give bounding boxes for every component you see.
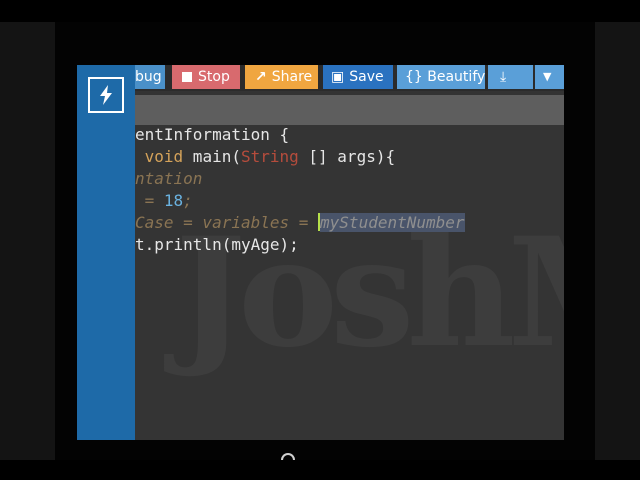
debug-button[interactable]: bug [135,65,165,89]
left-bezel [0,22,55,460]
share-button[interactable]: ↗ Share [245,65,318,89]
save-icon: ▣ [331,69,345,85]
debug-label: bug [135,69,162,85]
beautify-label: {} Beautify [405,69,485,85]
bolt-icon [100,85,112,105]
toolbar: bug Stop ↗ Share ▣ Save {} Beautify ⤓ ▼ [135,65,564,91]
share-icon: ↗ [255,69,267,85]
code-line-2: void main(String [] args){ [144,147,396,166]
download-icon: ⤓ [500,69,507,85]
sidebar [77,65,135,440]
save-label: Save [349,69,384,85]
stop-button[interactable]: Stop [172,65,240,89]
stop-label: Stop [198,69,230,85]
tab-bar [135,95,564,125]
save-button[interactable]: ▣ Save [323,65,393,89]
home-indicator-icon[interactable] [281,453,295,460]
code-editor[interactable]: JoshM entInformation { void main(String … [135,125,564,440]
right-bezel [595,22,640,460]
code-line-3: ntation [135,169,203,188]
selected-identifier: myStudentNumber [320,213,465,232]
stop-icon [182,72,192,82]
online-ide-window: bug Stop ↗ Share ▣ Save {} Beautify ⤓ ▼ Jo… [77,65,564,440]
share-label: Share [271,69,313,85]
download-button[interactable]: ⤓ [488,65,533,89]
chevron-down-icon: ▼ [543,70,552,83]
code-line-5: Case = variables = myStudentNumber [135,213,465,232]
app-logo[interactable] [88,77,124,113]
code-line-1: entInformation { [135,125,290,144]
code-line-6: t.println(myAge); [135,235,299,254]
beautify-button[interactable]: {} Beautify [397,65,485,89]
code-line-4: = 18; [144,191,193,210]
more-dropdown-button[interactable]: ▼ [535,65,564,89]
